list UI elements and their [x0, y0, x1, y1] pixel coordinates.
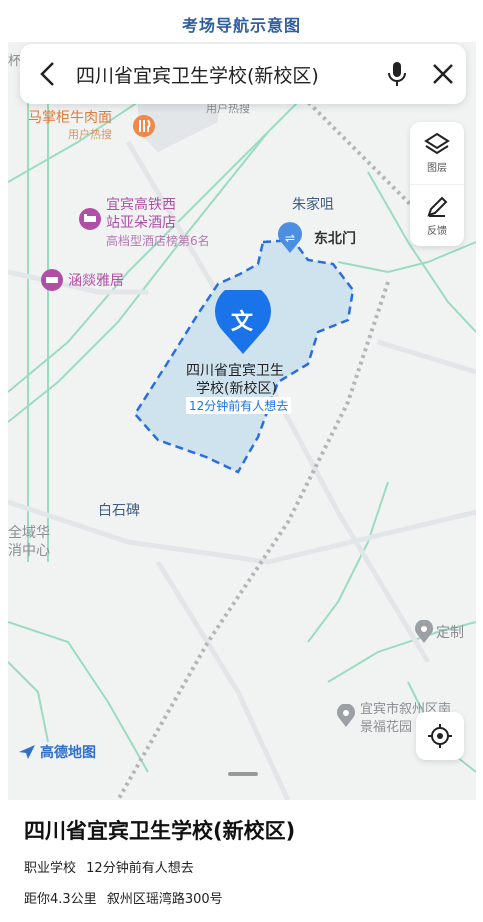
hotel-label-line1: 宜宾高铁西	[106, 197, 176, 213]
page-title: 考场导航示意图	[181, 16, 301, 35]
brand-label: 高德地图	[40, 745, 96, 761]
north-gate-label: 东北门	[314, 231, 356, 247]
gate-marker-icon[interactable]: ⇌	[276, 222, 304, 258]
restaurant-label: 马掌柜牛肉面	[28, 110, 112, 126]
search-query-input[interactable]: 四川省宜宾卫生学校(新校区)	[76, 61, 374, 88]
quanyu-label-line2: 消中心	[8, 543, 50, 559]
map-brand: 高德地图	[18, 742, 96, 762]
yibin-marker-icon[interactable]	[336, 703, 356, 732]
map-tools-panel: 图层 反馈	[410, 122, 464, 246]
residence-marker-icon[interactable]	[40, 268, 64, 298]
edit-pen-icon	[427, 196, 448, 217]
school-pin-glyph: 文	[231, 310, 254, 335]
dingzhi-marker-icon[interactable]	[414, 619, 434, 648]
place-distance: 距你4.3公里	[24, 892, 97, 907]
baishibei-label: 白石碑	[98, 503, 140, 519]
voice-search-button[interactable]	[374, 44, 420, 104]
school-label-line2: 学校(新校区)	[196, 381, 277, 397]
clear-search-button[interactable]	[420, 44, 466, 104]
locate-me-button[interactable]	[416, 712, 464, 760]
layers-button[interactable]: 图层	[410, 122, 464, 184]
svg-text:⇌: ⇌	[285, 231, 295, 245]
amap-logo-icon	[19, 745, 35, 759]
school-label-line1: 四川省宜宾卫生	[186, 363, 284, 379]
yibin-label-line2: 景福花园	[360, 720, 413, 735]
map-canvas	[8, 90, 476, 800]
microphone-icon	[388, 62, 406, 86]
back-button[interactable]	[20, 44, 76, 104]
map-view[interactable]: 马掌柜牛肉面 用户热搜 用户热搜 宜宾高铁西 站亚朵酒店 高档型酒店榜第6名 涵…	[8, 42, 476, 800]
layers-label: 图层	[427, 163, 447, 174]
zhujiazui-label: 朱家咀	[292, 197, 334, 213]
sheet-drag-handle[interactable]	[228, 772, 258, 776]
restaurant-sublabel: 用户热搜	[68, 128, 112, 141]
hotel-rank-label: 高档型酒店榜第6名	[106, 234, 210, 248]
layers-icon	[424, 132, 450, 155]
feedback-button[interactable]: 反馈	[410, 184, 464, 246]
place-category: 职业学校	[24, 861, 77, 876]
chevron-left-icon	[40, 62, 54, 86]
place-name: 四川省宜宾卫生学校(新校区)	[24, 819, 296, 843]
place-heat: 12分钟前有人想去	[86, 861, 194, 876]
hotel-marker-icon[interactable]	[78, 207, 102, 237]
quanyu-label-line1: 全域华	[8, 525, 50, 541]
place-info-panel[interactable]: 四川省宜宾卫生学校(新校区) 职业学校 12分钟前有人想去 距你4.3公里 叙州…	[0, 800, 483, 922]
dingzhi-label: 定制	[436, 625, 464, 641]
hotel-label-line2: 站亚朵酒店	[106, 215, 176, 231]
place-address-line: 距你4.3公里 叙州区瑶湾路300号	[24, 888, 459, 907]
crosshair-icon	[428, 724, 452, 748]
school-heat-label: 12分钟前有人想去	[186, 397, 292, 414]
feedback-label: 反馈	[427, 225, 447, 237]
residence-label: 涵燚雅居	[68, 273, 124, 289]
place-address: 叙州区瑶湾路300号	[106, 892, 223, 907]
restaurant-marker-icon[interactable]	[132, 114, 156, 144]
search-bar: 四川省宜宾卫生学校(新校区)	[20, 44, 466, 104]
place-meta: 职业学校 12分钟前有人想去	[24, 857, 459, 876]
close-icon	[433, 64, 453, 84]
